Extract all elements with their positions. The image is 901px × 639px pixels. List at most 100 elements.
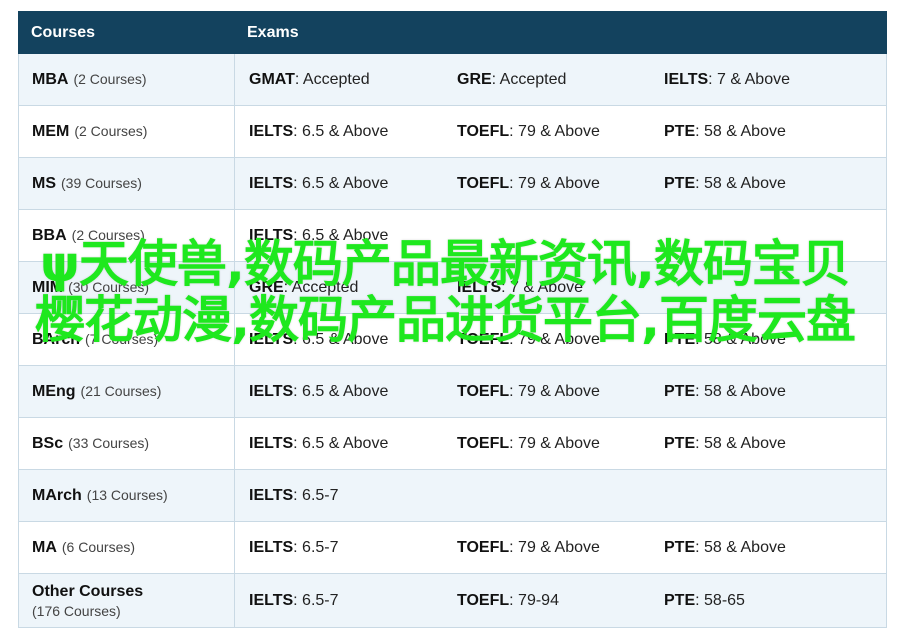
exam-requirement: PTE: 58 & Above <box>664 123 786 141</box>
exam-score: : 6.5-7 <box>293 591 339 609</box>
course-name[interactable]: MBA <box>32 71 68 88</box>
course-count: (2 Courses) <box>71 226 145 243</box>
exam-score: : Accepted <box>491 70 567 88</box>
exam-requirement: IELTS: 6.5-7 <box>249 592 339 610</box>
course-count: (13 Courses) <box>86 486 168 503</box>
exams-cell: IELTS: 6.5 & Above TOEFL: 79 & Above PTE: … <box>234 365 887 418</box>
table-row: Other Courses (176 Courses) IELTS: 6.5-7 TO… <box>18 573 887 628</box>
exam-name: TOEFL <box>457 174 510 192</box>
exam-requirement: IELTS: 7 & Above <box>664 71 790 89</box>
course-name[interactable]: MIM <box>32 279 63 296</box>
course-name[interactable]: MEM <box>32 123 69 140</box>
exam-requirement: TOEFL: 79 & Above <box>457 175 600 193</box>
exams-cell: IELTS: 6.5-7 <box>234 469 887 522</box>
exam-name: PTE <box>664 538 696 556</box>
course-cell: MEM (2 Courses) <box>18 105 235 158</box>
course-cell: MEng (21 Courses) <box>18 365 235 418</box>
exam-score: : 6.5 & Above <box>293 434 389 452</box>
exam-score: : Accepted <box>294 70 370 88</box>
course-cell: MArch (13 Courses) <box>18 469 235 522</box>
exam-name: PTE <box>664 591 696 609</box>
table-row: MIM (30 Courses) GRE: Accepted IELTS: 7 & A… <box>18 261 887 314</box>
exam-score: : 7 & Above <box>501 278 583 296</box>
exams-cell: IELTS: 6.5 & Above TOEFL: 79 & Above PTE: … <box>234 157 887 210</box>
exam-score: : 6.5 & Above <box>293 122 389 140</box>
course-name[interactable]: MEng <box>32 383 76 400</box>
exam-name: PTE <box>664 122 696 140</box>
course-count: (7 Courses) <box>85 330 159 347</box>
course-name[interactable]: MS <box>32 175 56 192</box>
exams-cell: IELTS: 6.5-7 TOEFL: 79 & Above PTE: 58 & A… <box>234 521 887 574</box>
exam-requirement: GMAT: Accepted <box>249 71 370 89</box>
exam-name: IELTS <box>249 174 294 192</box>
exam-name: TOEFL <box>457 122 510 140</box>
course-name[interactable]: MA <box>32 539 57 556</box>
exam-score: : 58 & Above <box>695 538 786 556</box>
exam-requirement: TOEFL: 79 & Above <box>457 539 600 557</box>
exam-score: : 79-94 <box>509 591 559 609</box>
exam-requirement: TOEFL: 79 & Above <box>457 123 600 141</box>
course-name[interactable]: MArch <box>32 487 82 504</box>
exam-requirement: TOEFL: 79 & Above <box>457 435 600 453</box>
exam-name: IELTS <box>457 278 502 296</box>
exam-name: PTE <box>664 434 696 452</box>
exams-cell: GRE: Accepted IELTS: 7 & Above <box>234 261 887 314</box>
exam-score: : 79 & Above <box>509 538 600 556</box>
exam-score: : 6.5 & Above <box>293 382 389 400</box>
exam-name: TOEFL <box>457 382 510 400</box>
exam-requirement: IELTS: 6.5-7 <box>249 487 339 505</box>
exams-cell: IELTS: 6.5 & Above TOEFL: 79 & Above PTE: … <box>234 417 887 470</box>
table-row: MEng (21 Courses) IELTS: 6.5 & Above TOEFL:… <box>18 365 887 418</box>
exam-requirement: IELTS: 6.5-7 <box>249 539 339 557</box>
exam-name: TOEFL <box>457 434 510 452</box>
exam-score: : Accepted <box>283 278 359 296</box>
exam-name: GRE <box>249 278 284 296</box>
course-name[interactable]: BSc <box>32 435 63 452</box>
exam-requirement: IELTS: 6.5 & Above <box>249 435 388 453</box>
exam-name: PTE <box>664 382 696 400</box>
exam-name: IELTS <box>249 591 294 609</box>
exam-requirement: PTE: 58 & Above <box>664 175 786 193</box>
exam-requirement: TOEFL: 79-94 <box>457 592 559 610</box>
exam-name: IELTS <box>249 330 294 348</box>
exams-cell: IELTS: 6.5 & Above TOEFL: 79 & Above PTE: … <box>234 105 887 158</box>
exam-name: GRE <box>457 70 492 88</box>
exam-requirement: TOEFL: 79 & Above <box>457 383 600 401</box>
exam-requirement: IELTS: 6.5 & Above <box>249 331 388 349</box>
exam-name: GMAT <box>249 70 295 88</box>
table-row: MS (39 Courses) IELTS: 6.5 & Above TOEFL: 7… <box>18 157 887 210</box>
exam-name: IELTS <box>249 538 294 556</box>
exam-requirement: IELTS: 6.5 & Above <box>249 123 388 141</box>
table-row: MBA (2 Courses) GMAT: Accepted GRE: Accepte… <box>18 53 887 106</box>
course-cell: BSc (33 Courses) <box>18 417 235 470</box>
exam-requirement: GRE: Accepted <box>249 279 358 297</box>
exam-score: : 58 & Above <box>695 382 786 400</box>
exam-requirement: PTE: 58 & Above <box>664 331 786 349</box>
exam-requirement: IELTS: 6.5 & Above <box>249 175 388 193</box>
table-body: MBA (2 Courses) GMAT: Accepted GRE: Accepte… <box>18 53 887 628</box>
exam-requirement: IELTS: 6.5 & Above <box>249 383 388 401</box>
exam-score: : 58 & Above <box>695 434 786 452</box>
table-row: BArch (7 Courses) IELTS: 6.5 & Above TOEFL:… <box>18 313 887 366</box>
exam-requirement: PTE: 58-65 <box>664 592 745 610</box>
courses-exams-table: Courses Exams MBA (2 Courses) GMAT: Accept… <box>18 11 887 628</box>
exam-score: : 79 & Above <box>509 174 600 192</box>
exams-cell: IELTS: 6.5-7 TOEFL: 79-94 PTE: 58-65 <box>234 573 887 628</box>
table-row: BSc (33 Courses) IELTS: 6.5 & Above TOEFL: … <box>18 417 887 470</box>
exam-requirement: IELTS: 7 & Above <box>457 279 583 297</box>
course-name[interactable]: Other Courses <box>32 583 143 600</box>
course-name[interactable]: BBA <box>32 227 67 244</box>
exam-requirement: PTE: 58 & Above <box>664 383 786 401</box>
exams-cell: IELTS: 6.5 & Above <box>234 209 887 262</box>
exam-name: IELTS <box>249 434 294 452</box>
course-name[interactable]: BArch <box>32 331 80 348</box>
exam-name: IELTS <box>664 70 709 88</box>
table-row: MEM (2 Courses) IELTS: 6.5 & Above TOEFL: 7… <box>18 105 887 158</box>
course-count: (33 Courses) <box>68 434 150 451</box>
course-count: (176 Courses) <box>32 602 121 619</box>
exam-score: : 7 & Above <box>708 70 790 88</box>
exam-name: IELTS <box>249 382 294 400</box>
exam-score: : 6.5 & Above <box>293 226 389 244</box>
course-count: (39 Courses) <box>61 174 142 191</box>
course-cell: MBA (2 Courses) <box>18 53 235 106</box>
